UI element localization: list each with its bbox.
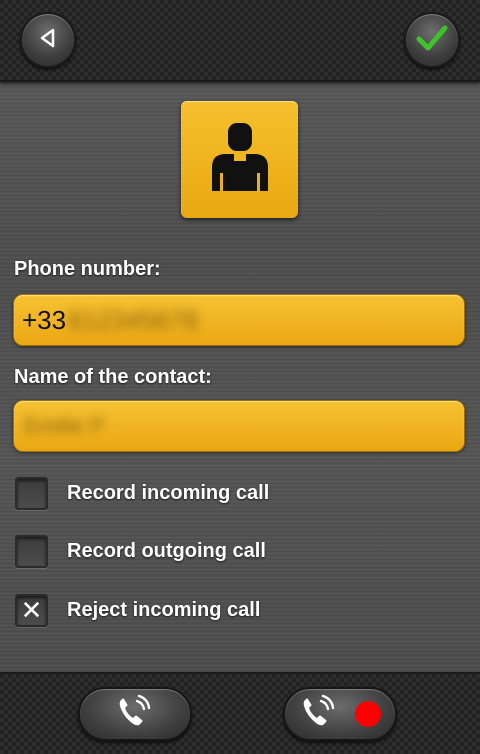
record-incoming-option[interactable]: Record incoming call [15, 475, 269, 511]
call-and-record-button[interactable] [283, 687, 397, 741]
phone-number-label: Phone number: [14, 258, 161, 280]
phone-number-input[interactable]: +33 612345678 [13, 294, 465, 346]
contact-name-input[interactable]: Emilie P [13, 400, 465, 452]
record-incoming-checkbox[interactable] [15, 476, 48, 510]
phone-call-icon [115, 694, 155, 735]
reject-incoming-label: Reject incoming call [67, 598, 261, 621]
phone-number-obscured: 612345678 [68, 304, 199, 335]
reject-incoming-checkbox[interactable]: ✕ [15, 593, 48, 627]
contact-name-obscured: Emilie P [24, 413, 105, 438]
record-incoming-label: Record incoming call [67, 481, 270, 504]
contact-avatar-button[interactable] [181, 101, 298, 218]
reject-incoming-option[interactable]: ✕ Reject incoming call [15, 592, 260, 628]
person-silhouette-icon [208, 121, 272, 198]
checkmark-icon [414, 20, 450, 61]
bottom-toolbar [0, 672, 480, 754]
back-button[interactable] [20, 12, 76, 68]
record-dot-icon [355, 701, 381, 727]
phone-number-prefix: +33 [22, 304, 67, 335]
contact-name-label: Name of the contact: [14, 366, 212, 388]
confirm-button[interactable] [404, 12, 460, 68]
phone-call-icon [299, 694, 339, 735]
record-outgoing-label: Record outgoing call [67, 539, 266, 562]
record-outgoing-option[interactable]: Record outgoing call [15, 533, 266, 569]
call-button[interactable] [78, 687, 192, 741]
record-outgoing-checkbox[interactable] [15, 534, 48, 568]
back-triangle-icon [37, 27, 59, 54]
